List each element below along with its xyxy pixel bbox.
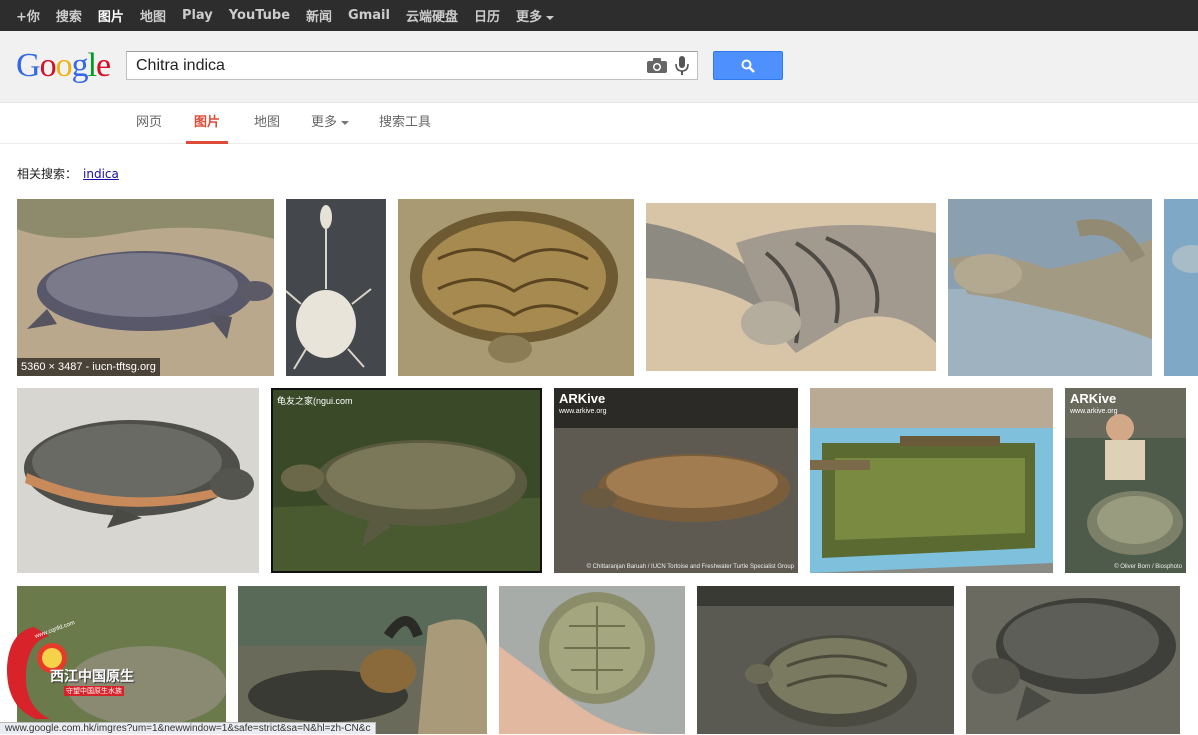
image-result[interactable] — [238, 586, 487, 734]
site-logo-subtitle: 守望中国原生水族 — [64, 686, 124, 696]
image-result[interactable] — [966, 586, 1180, 734]
site-logo-title: 西江中国原生 — [50, 666, 134, 686]
topbar-news[interactable]: 新闻 — [306, 6, 332, 25]
tab-more[interactable]: 更多 — [311, 104, 349, 144]
turtle-photo — [238, 586, 487, 734]
topbar-plus-you[interactable]: +你 — [16, 6, 40, 25]
chevron-down-icon — [341, 121, 349, 125]
turtle-photo — [1164, 199, 1198, 376]
turtle-photo — [966, 586, 1180, 734]
search-header: Google — [0, 31, 1198, 103]
tab-search-tools[interactable]: 搜索工具 — [379, 104, 431, 144]
turtle-photo — [273, 390, 540, 571]
image-result[interactable]: ARKivewww.arkive.org © Chittaranjan Baru… — [554, 388, 798, 573]
chevron-down-icon — [546, 16, 554, 20]
image-caption: 5360 × 3487 - iucn-tftsg.org — [17, 358, 160, 376]
topbar-gmail[interactable]: Gmail — [348, 8, 390, 23]
related-label: 相关搜索： — [17, 167, 77, 181]
topbar-youtube[interactable]: YouTube — [229, 8, 290, 23]
turtle-photo — [948, 199, 1152, 376]
browser-status-bar: www.google.com.hk/imgres?um=1&newwindow=… — [0, 722, 376, 734]
site-logo-overlay: www.cqnfd.com 西江中国原生 守望中国原生水族 — [4, 622, 174, 722]
image-result[interactable]: ARKivewww.arkive.org © Oliver Born / Bio… — [1065, 388, 1186, 573]
top-navigation-bar: +你 搜索 图片 地图 Play YouTube 新闻 Gmail 云端硬盘 日… — [0, 0, 1198, 31]
related-searches: 相关搜索： indica — [17, 165, 119, 182]
image-result[interactable] — [646, 203, 936, 371]
tab-images[interactable]: 图片 — [186, 104, 228, 144]
topbar-images[interactable]: 图片 — [98, 6, 124, 25]
tab-maps[interactable]: 地图 — [254, 104, 280, 144]
pond-photo — [810, 388, 1053, 573]
turtle-photo — [646, 203, 936, 371]
arkive-logo: ARKivewww.arkive.org — [1070, 392, 1117, 418]
search-tabs: 网页 图片 地图 更多 搜索工具 — [0, 104, 1198, 144]
image-credit: © Chittaranjan Baruah / IUCN Tortoise an… — [574, 564, 794, 570]
image-result[interactable] — [499, 586, 685, 734]
turtle-photo — [17, 388, 259, 573]
topbar-calendar[interactable]: 日历 — [474, 6, 500, 25]
image-watermark: 龟友之家(ngui.com — [277, 394, 353, 407]
image-result[interactable]: 龟友之家(ngui.com — [271, 388, 542, 573]
arkive-logo: ARKivewww.arkive.org — [559, 392, 606, 418]
topbar-play[interactable]: Play — [182, 8, 213, 23]
search-input[interactable] — [136, 56, 636, 76]
image-result[interactable]: 5360 × 3487 - iucn-tftsg.org — [17, 199, 274, 376]
search-button[interactable] — [713, 51, 783, 80]
image-result[interactable] — [810, 388, 1053, 573]
turtle-in-hand-photo — [499, 586, 685, 734]
microphone-icon[interactable] — [675, 56, 689, 76]
turtle-photo — [17, 199, 274, 376]
turtle-photo — [398, 199, 634, 376]
image-result[interactable] — [948, 199, 1152, 376]
related-link-indica[interactable]: indica — [83, 167, 119, 181]
search-icon — [741, 59, 755, 73]
topbar-search[interactable]: 搜索 — [56, 6, 82, 25]
image-result[interactable] — [17, 388, 259, 573]
topbar-more[interactable]: 更多 — [516, 6, 554, 25]
google-logo[interactable]: Google — [16, 47, 110, 85]
topbar-maps[interactable]: 地图 — [140, 6, 166, 25]
image-result[interactable] — [286, 199, 386, 376]
camera-icon[interactable] — [647, 58, 667, 73]
topbar-drive[interactable]: 云端硬盘 — [406, 6, 458, 25]
image-result[interactable] — [697, 586, 954, 734]
image-result[interactable] — [1164, 199, 1198, 376]
image-result[interactable] — [398, 199, 634, 376]
image-credit: © Oliver Born / Biosphoto — [1073, 564, 1182, 570]
turtle-photo — [697, 586, 954, 734]
tab-web[interactable]: 网页 — [136, 104, 162, 144]
turtle-skeleton-photo — [286, 199, 386, 376]
search-box — [126, 51, 698, 80]
